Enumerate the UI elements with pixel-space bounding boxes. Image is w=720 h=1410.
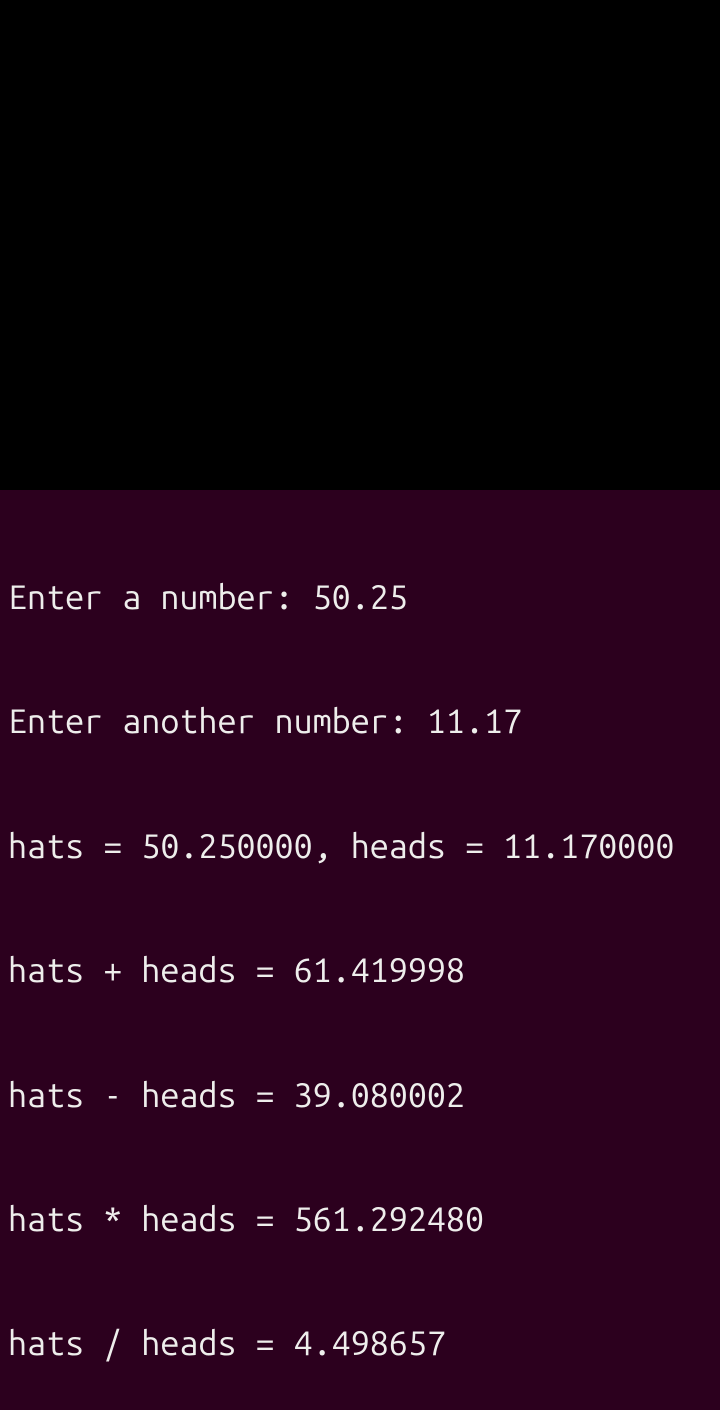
terminal-output: Enter a number: 50.25 Enter another numb… xyxy=(0,490,720,1410)
terminal-line: hats / heads = 4.498657 xyxy=(8,1323,712,1364)
terminal-line: Enter another number: 11.17 xyxy=(8,701,712,742)
terminal-line: hats = 50.250000, heads = 11.170000 xyxy=(8,826,712,867)
terminal-line: Enter a number: 50.25 xyxy=(8,577,712,618)
terminal-line: hats + heads = 61.419998 xyxy=(8,950,712,991)
terminal-line: hats - heads = 39.080002 xyxy=(8,1075,712,1116)
terminal-line: hats * heads = 561.292480 xyxy=(8,1199,712,1240)
